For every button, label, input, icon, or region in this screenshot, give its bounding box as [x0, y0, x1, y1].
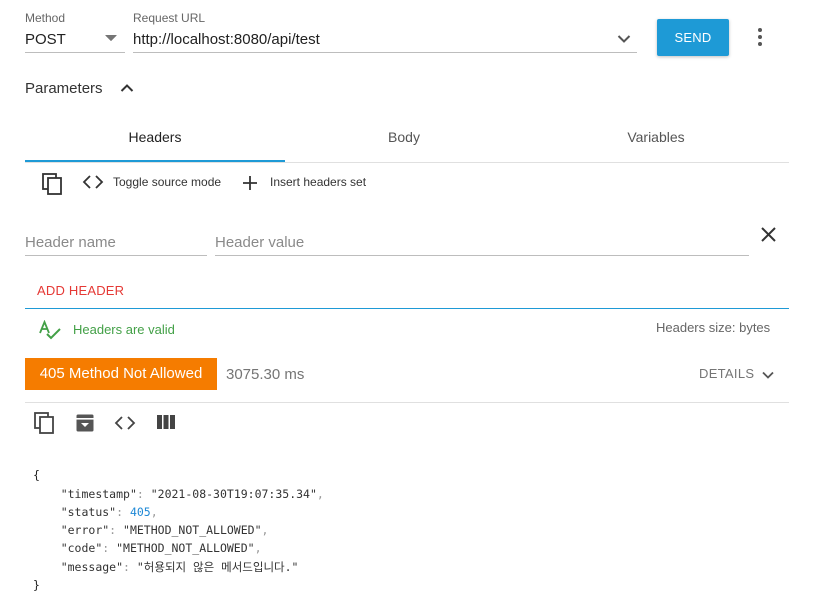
json-value: "METHOD_NOT_ALLOWED"	[116, 541, 255, 556]
columns-icon[interactable]	[157, 415, 175, 429]
json-key: "message"	[60, 559, 124, 574]
details-button[interactable]: DETAILS	[699, 366, 774, 381]
divider	[25, 402, 789, 403]
divider	[25, 308, 789, 309]
parameters-title: Parameters	[25, 80, 103, 97]
headers-size-text: Headers size: bytes	[656, 320, 771, 335]
url-input[interactable]: http://localhost:8080/api/test	[133, 26, 637, 53]
header-value-input[interactable]: Header value	[215, 228, 749, 256]
chevron-down-icon[interactable]	[617, 34, 631, 44]
json-value: "허용되지 않은 메서드입니다."	[136, 559, 299, 574]
parameters-tabs: Headers Body Variables	[25, 116, 789, 163]
json-line: "status": 405,	[60, 504, 158, 519]
more-vert-icon[interactable]	[753, 27, 767, 47]
chevron-down-icon	[105, 35, 117, 43]
add-icon[interactable]	[242, 175, 258, 191]
tab-headers[interactable]: Headers	[25, 129, 285, 145]
toggle-source-mode[interactable]: Toggle source mode	[113, 175, 221, 189]
json-line: "message": "허용되지 않은 메서드입니다."	[60, 559, 299, 574]
json-close: }	[33, 578, 40, 593]
header-name-input[interactable]: Header name	[25, 228, 207, 256]
json-line: "code": "METHOD_NOT_ALLOWED",	[60, 541, 262, 556]
url-label: Request URL	[133, 11, 206, 25]
json-line: "error": "METHOD_NOT_ALLOWED",	[60, 523, 269, 538]
method-value: POST	[25, 31, 66, 48]
response-body: { "timestamp": "2021-08-30T19:07:35.34",…	[33, 448, 324, 613]
close-icon[interactable]	[761, 227, 776, 242]
json-fields: "timestamp": "2021-08-30T19:07:35.34", "…	[33, 485, 324, 576]
headers-valid-text: Headers are valid	[73, 322, 175, 337]
insert-headers-set[interactable]: Insert headers set	[270, 175, 366, 189]
copy-icon[interactable]	[34, 412, 56, 434]
url-value: http://localhost:8080/api/test	[133, 31, 320, 48]
method-select[interactable]: POST	[25, 26, 125, 53]
json-key: "status"	[60, 504, 117, 519]
tab-body[interactable]: Body	[285, 129, 523, 145]
response-time: 3075.30 ms	[226, 366, 305, 383]
chevron-down-icon	[762, 371, 774, 379]
details-label: DETAILS	[699, 366, 755, 381]
chevron-up-icon[interactable]	[120, 83, 134, 93]
spellcheck-icon	[38, 320, 62, 340]
json-key: "error"	[60, 523, 110, 538]
tab-indicator	[25, 160, 285, 162]
json-value: "METHOD_NOT_ALLOWED"	[123, 523, 262, 538]
json-value: "2021-08-30T19:07:35.34"	[150, 486, 317, 501]
json-key: "timestamp"	[60, 486, 137, 501]
json-key: "code"	[60, 541, 103, 556]
header-name-placeholder: Header name	[25, 234, 116, 251]
header-value-placeholder: Header value	[215, 234, 305, 251]
json-value: 405	[129, 504, 151, 519]
archive-icon[interactable]	[76, 414, 94, 432]
add-header-button[interactable]: ADD HEADER	[37, 283, 124, 298]
json-open: {	[33, 468, 40, 483]
copy-icon[interactable]	[42, 173, 64, 195]
code-icon[interactable]	[114, 415, 136, 431]
code-icon[interactable]	[82, 174, 104, 190]
status-badge: 405 Method Not Allowed	[25, 358, 217, 390]
send-button[interactable]: SEND	[657, 19, 729, 56]
method-label: Method	[25, 11, 66, 25]
json-line: "timestamp": "2021-08-30T19:07:35.34",	[60, 486, 324, 501]
tab-variables[interactable]: Variables	[523, 129, 789, 145]
